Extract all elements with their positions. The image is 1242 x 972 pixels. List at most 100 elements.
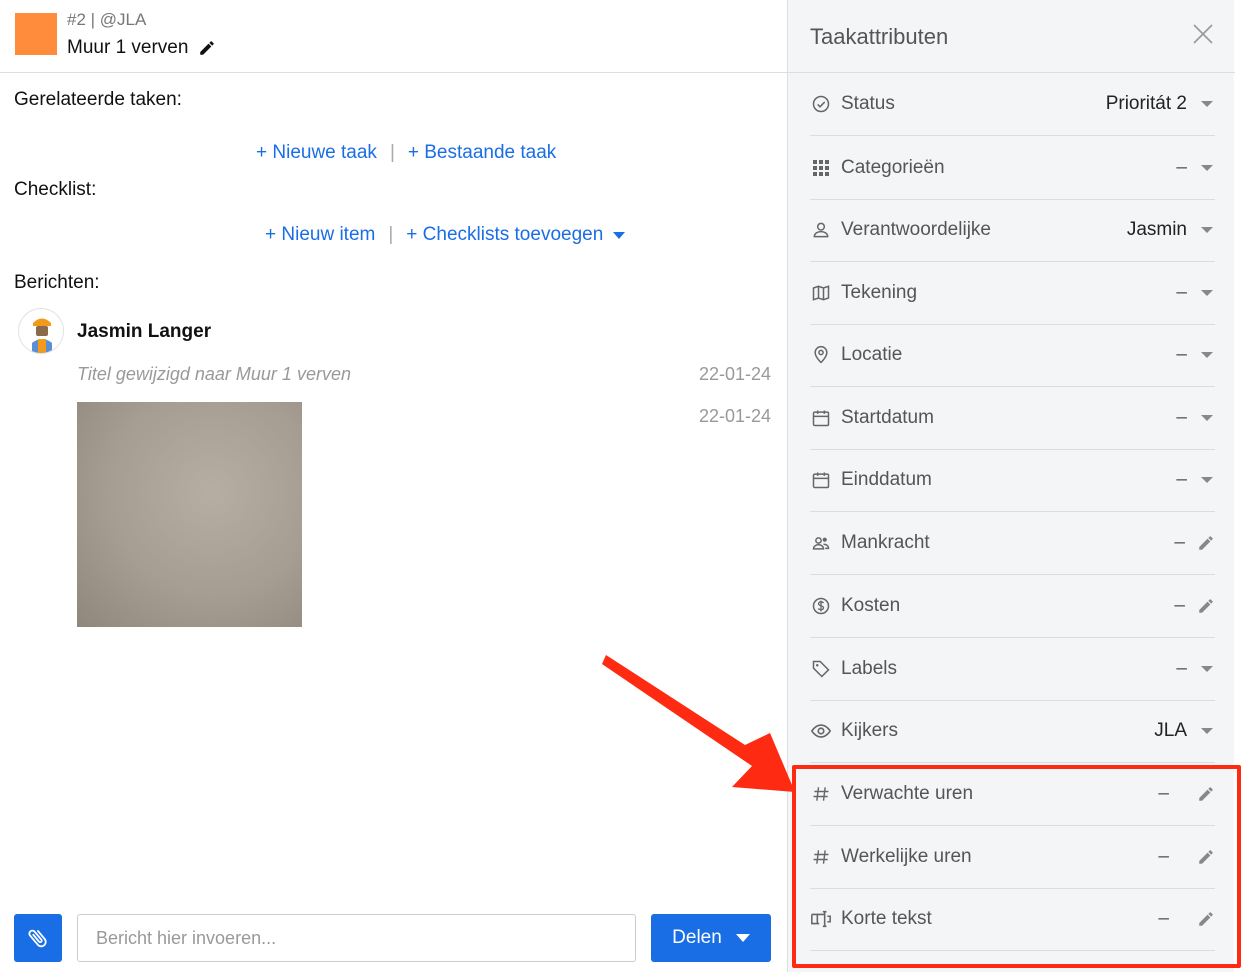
task-attributes-panel: Taakattributen Status Prioritát 2 Categori… bbox=[787, 0, 1235, 972]
attribute-row[interactable]: Status Prioritát 2 bbox=[810, 73, 1215, 136]
attribute-value: – bbox=[1176, 658, 1187, 679]
attach-button[interactable] bbox=[14, 914, 62, 962]
location-pin-icon bbox=[810, 344, 832, 366]
separator: | bbox=[389, 142, 395, 163]
chevron-down-icon[interactable] bbox=[1201, 101, 1213, 107]
chevron-down-icon[interactable] bbox=[1201, 477, 1213, 483]
new-item-link[interactable]: + Nieuw item bbox=[265, 224, 375, 246]
chevron-down-icon[interactable] bbox=[1201, 666, 1213, 672]
chevron-down-icon[interactable] bbox=[1201, 728, 1213, 734]
eye-icon bbox=[810, 720, 832, 742]
worker-avatar-icon bbox=[19, 309, 63, 353]
chevron-down-icon bbox=[735, 934, 750, 942]
attached-photo[interactable] bbox=[77, 402, 302, 627]
user-icon bbox=[810, 219, 832, 241]
share-button[interactable]: Delen bbox=[651, 914, 771, 962]
task-color-swatch bbox=[15, 13, 57, 55]
attribute-row[interactable]: Categorieën – bbox=[810, 137, 1215, 200]
map-icon bbox=[810, 282, 832, 304]
calendar-icon bbox=[810, 469, 832, 491]
message-input[interactable] bbox=[77, 914, 636, 962]
attribute-label: Werkelijke uren bbox=[841, 846, 972, 867]
related-tasks-label: Gerelateerde taken: bbox=[14, 89, 182, 110]
attribute-label: Kosten bbox=[841, 595, 901, 616]
panel-title: Taakattributen bbox=[810, 24, 949, 49]
pencil-icon[interactable] bbox=[198, 39, 216, 57]
dollar-icon bbox=[810, 595, 832, 617]
pencil-icon[interactable] bbox=[1197, 534, 1215, 552]
attribute-row[interactable]: Verwachte uren – bbox=[810, 763, 1215, 826]
status-icon bbox=[810, 93, 832, 115]
hash-icon bbox=[810, 783, 832, 805]
task-detail-pane: #2 | @JLA Muur 1 verven Gerelateerde tak… bbox=[0, 0, 787, 972]
chevron-down-icon[interactable] bbox=[613, 231, 626, 239]
pencil-icon[interactable] bbox=[1197, 848, 1215, 866]
attribute-label: Verwachte uren bbox=[841, 783, 974, 804]
attribute-row[interactable]: Labels – bbox=[810, 638, 1215, 701]
chevron-down-icon[interactable] bbox=[1201, 165, 1213, 171]
tag-icon bbox=[810, 658, 832, 680]
separator: | bbox=[388, 224, 394, 245]
attribute-label: Korte tekst bbox=[841, 908, 932, 929]
chevron-down-icon[interactable] bbox=[1201, 290, 1213, 296]
attribute-label: Labels bbox=[841, 658, 897, 679]
task-header: #2 | @JLA Muur 1 verven bbox=[0, 0, 787, 73]
checklist-actions: + Nieuw item | + Checklists toevoegen bbox=[265, 224, 626, 246]
new-task-link[interactable]: + Nieuwe taak bbox=[256, 142, 377, 164]
attribute-label: Mankracht bbox=[841, 532, 930, 553]
attribute-label: Einddatum bbox=[841, 469, 932, 490]
pencil-icon[interactable] bbox=[1197, 910, 1215, 928]
attribute-value: – bbox=[1158, 846, 1169, 867]
attribute-row[interactable]: Einddatum – bbox=[810, 449, 1215, 512]
attribute-value: Jasmin bbox=[1126, 219, 1187, 240]
hash-icon bbox=[810, 846, 832, 868]
task-title[interactable]: Muur 1 verven bbox=[67, 37, 216, 59]
add-checklists-link[interactable]: + Checklists toevoegen bbox=[406, 224, 603, 246]
existing-task-link[interactable]: + Bestaande taak bbox=[408, 142, 556, 164]
chevron-down-icon[interactable] bbox=[1201, 352, 1213, 358]
text-field-icon bbox=[810, 908, 832, 930]
pencil-icon[interactable] bbox=[1197, 597, 1215, 615]
attribute-row[interactable]: Korte tekst – bbox=[810, 888, 1215, 951]
attribute-value: – bbox=[1176, 407, 1187, 428]
attribute-row[interactable]: Kosten – bbox=[810, 575, 1215, 638]
attribute-label: Tekening bbox=[841, 282, 918, 303]
attribute-value: Prioritát 2 bbox=[1105, 93, 1187, 114]
people-icon bbox=[810, 532, 832, 554]
close-icon[interactable] bbox=[1191, 22, 1215, 46]
attribute-row[interactable]: Mankracht – bbox=[810, 512, 1215, 575]
share-button-label: Delen bbox=[672, 927, 722, 948]
attribute-row[interactable]: Locatie – bbox=[810, 324, 1215, 387]
checklist-label: Checklist: bbox=[14, 179, 97, 200]
messages-label: Berichten: bbox=[14, 272, 100, 293]
attribute-row[interactable]: Tekening – bbox=[810, 262, 1215, 325]
task-meta: #2 | @JLA bbox=[67, 10, 147, 29]
attribute-label: Startdatum bbox=[841, 407, 934, 428]
system-message: Titel gewijzigd naar Muur 1 verven bbox=[77, 364, 351, 384]
attribute-value: – bbox=[1176, 344, 1187, 365]
chevron-down-icon[interactable] bbox=[1201, 415, 1213, 421]
attribute-label: Kijkers bbox=[841, 720, 899, 741]
message-date: 22-01-24 bbox=[698, 364, 771, 384]
pencil-icon[interactable] bbox=[1197, 785, 1215, 803]
attribute-row[interactable]: Kijkers JLA bbox=[810, 700, 1215, 763]
attribute-value: – bbox=[1158, 783, 1169, 804]
grid-icon bbox=[810, 157, 832, 179]
calendar-icon bbox=[810, 407, 832, 429]
attribute-value: JLA bbox=[1154, 720, 1187, 741]
attribute-label: Categorieën bbox=[841, 157, 945, 178]
attribute-label: Locatie bbox=[841, 344, 903, 365]
add-checklists-label: + Checklists toevoegen bbox=[406, 224, 604, 245]
attribute-label: Verantwoordelijke bbox=[841, 219, 991, 240]
attribute-row[interactable]: Startdatum – bbox=[810, 387, 1215, 450]
attribute-row[interactable]: Verantwoordelijke Jasmin bbox=[810, 199, 1215, 262]
attribute-label: Status bbox=[841, 93, 895, 114]
attribute-row[interactable]: Werkelijke uren – bbox=[810, 826, 1215, 889]
attribute-value: – bbox=[1174, 532, 1185, 553]
attribute-value: – bbox=[1174, 595, 1185, 616]
chevron-down-icon[interactable] bbox=[1201, 227, 1213, 233]
avatar bbox=[18, 308, 64, 354]
attribute-value: – bbox=[1176, 282, 1187, 303]
task-title-text: Muur 1 verven bbox=[67, 37, 189, 58]
related-tasks-actions: + Nieuwe taak | + Bestaande taak bbox=[256, 142, 556, 164]
